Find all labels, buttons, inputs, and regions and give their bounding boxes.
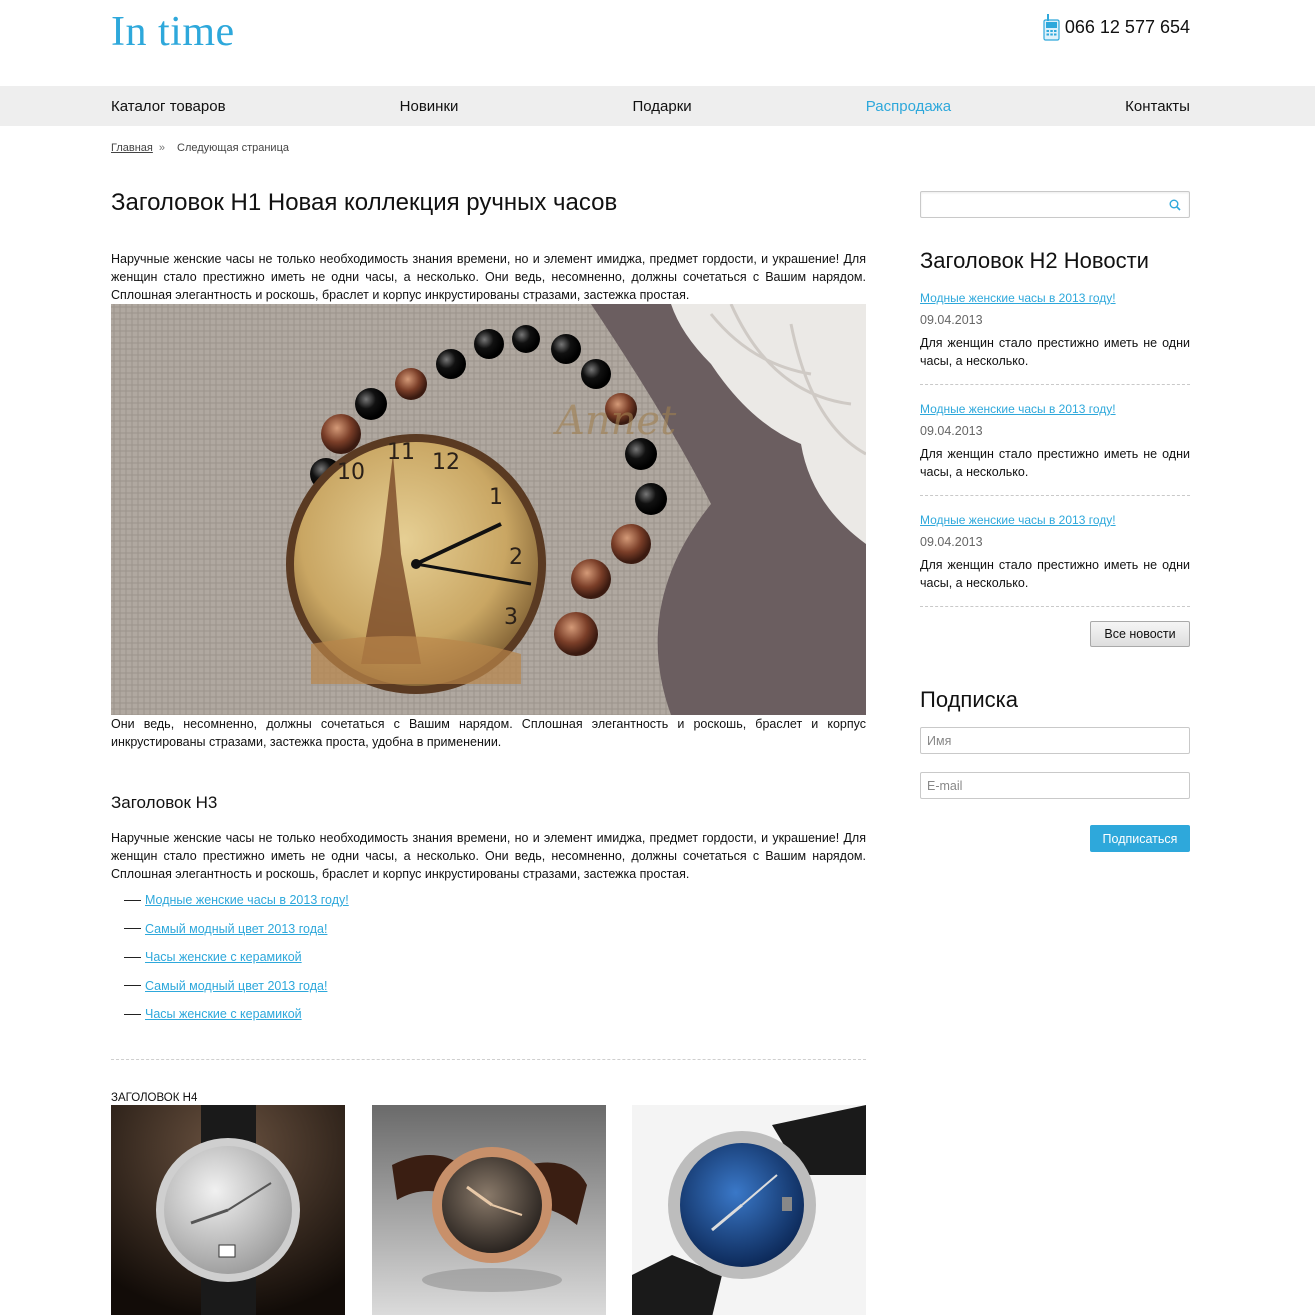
sidebar: Заголовок Н2 Новости Модные женские часы…: [920, 191, 1190, 852]
search-input[interactable]: [921, 192, 1161, 217]
news-heading: Заголовок Н2 Новости: [920, 248, 1149, 273]
nav-item-3[interactable]: Распродажа: [866, 98, 951, 115]
page-title: Заголовок Н1 Новая коллекция ручных часо…: [111, 189, 618, 216]
dash-bullet: [124, 956, 141, 958]
news-item: Модные женские часы в 2013 году! 09.04.20…: [920, 288, 1190, 385]
product-image-gold-watch[interactable]: [371, 1104, 606, 1315]
news-date: 09.04.2013: [920, 313, 983, 327]
svg-text:10: 10: [337, 460, 365, 485]
main-content: Заголовок Н1 Новая коллекция ручных часо…: [111, 186, 866, 1315]
intro-paragraph: Наручные женские часы не только необходи…: [111, 252, 866, 302]
section-heading-h4: ЗАГОЛОВОК Н4: [111, 1091, 198, 1104]
svg-text:11: 11: [387, 440, 415, 465]
section-divider: [111, 1058, 866, 1060]
svg-text:12: 12: [432, 450, 460, 475]
all-news-button[interactable]: Все новости: [1090, 621, 1190, 647]
news-title-link[interactable]: Модные женские часы в 2013 году!: [920, 401, 1190, 418]
news-title-link[interactable]: Модные женские часы в 2013 году!: [920, 512, 1190, 529]
article-link[interactable]: Самый модный цвет 2013 года!: [145, 979, 327, 993]
svg-text:Annet: Annet: [552, 398, 677, 444]
article-link[interactable]: Модные женские часы в 2013 году!: [145, 893, 349, 907]
article-link[interactable]: Самый модный цвет 2013 года!: [145, 922, 327, 936]
breadcrumb-separator: »: [158, 142, 165, 154]
phone-number: 066 12 577 654: [1064, 17, 1190, 37]
svg-text:2: 2: [509, 545, 523, 570]
name-field[interactable]: [920, 727, 1190, 754]
phone-contact: 066 12 577 654: [1043, 14, 1190, 41]
svg-text:3: 3: [504, 605, 518, 630]
dash-bullet: [124, 899, 141, 901]
list-item: Самый модный цвет 2013 года!: [124, 915, 866, 944]
search-icon[interactable]: [1169, 199, 1181, 211]
svg-text:1: 1: [489, 485, 503, 510]
news-date: 09.04.2013: [920, 535, 983, 549]
breadcrumb: Главная » Следующая страница: [111, 142, 289, 154]
list-item: Часы женские с керамикой: [124, 943, 866, 972]
search-box: [920, 191, 1190, 218]
dash-bullet: [124, 928, 141, 930]
list-item: Самый модный цвет 2013 года!: [124, 972, 866, 1001]
subscribe-button[interactable]: Подписаться: [1090, 825, 1190, 852]
email-field[interactable]: [920, 772, 1190, 799]
news-date: 09.04.2013: [920, 424, 983, 438]
phone-icon: [1043, 14, 1060, 41]
list-item: Часы женские с керамикой: [124, 1000, 866, 1029]
hero-watch-image: 11 12 10 1 2 3 Annet: [111, 304, 866, 715]
product-image-blue-watch[interactable]: [632, 1104, 866, 1315]
news-title-link[interactable]: Модные женские часы в 2013 году!: [920, 290, 1190, 307]
news-item: Модные женские часы в 2013 году! 09.04.20…: [920, 510, 1190, 607]
article-link[interactable]: Часы женские с керамикой: [145, 950, 302, 964]
nav-item-0[interactable]: Каталог товаров: [111, 98, 226, 115]
nav-item-4[interactable]: Контакты: [1125, 98, 1190, 115]
article-link[interactable]: Часы женские с керамикой: [145, 1007, 302, 1021]
list-item: Модные женские часы в 2013 году!: [124, 886, 866, 915]
breadcrumb-current: Следующая страница: [177, 142, 289, 154]
news-item: Модные женские часы в 2013 году! 09.04.20…: [920, 399, 1190, 496]
site-logo[interactable]: In time: [111, 8, 235, 56]
news-text: Для женщин стало престижно иметь не одни…: [920, 558, 1190, 590]
dash-bullet: [124, 985, 141, 987]
news-text: Для женщин стало престижно иметь не одни…: [920, 336, 1190, 368]
dash-bullet: [124, 1013, 141, 1015]
news-list: Модные женские часы в 2013 году! 09.04.20…: [920, 288, 1190, 607]
product-thumbnails: [111, 1104, 866, 1315]
news-text: Для женщин стало престижно иметь не одни…: [920, 447, 1190, 479]
breadcrumb-home-link[interactable]: Главная: [111, 142, 153, 154]
article-links-list: Модные женские часы в 2013 году! Самый мо…: [111, 886, 866, 1029]
nav-item-1[interactable]: Новинки: [400, 98, 459, 115]
main-nav: Каталог товаров Новинки Подарки Распродажа К…: [0, 86, 1315, 126]
section-heading-h3: Заголовок Н3: [111, 793, 218, 812]
hero-caption: Они ведь, несомненно, должны сочетаться …: [111, 717, 866, 749]
product-image-silver-watch[interactable]: [111, 1104, 345, 1315]
nav-item-2[interactable]: Подарки: [632, 98, 691, 115]
subscribe-heading: Подписка: [920, 687, 1018, 712]
second-paragraph: Наручные женские часы не только необходи…: [111, 831, 866, 881]
